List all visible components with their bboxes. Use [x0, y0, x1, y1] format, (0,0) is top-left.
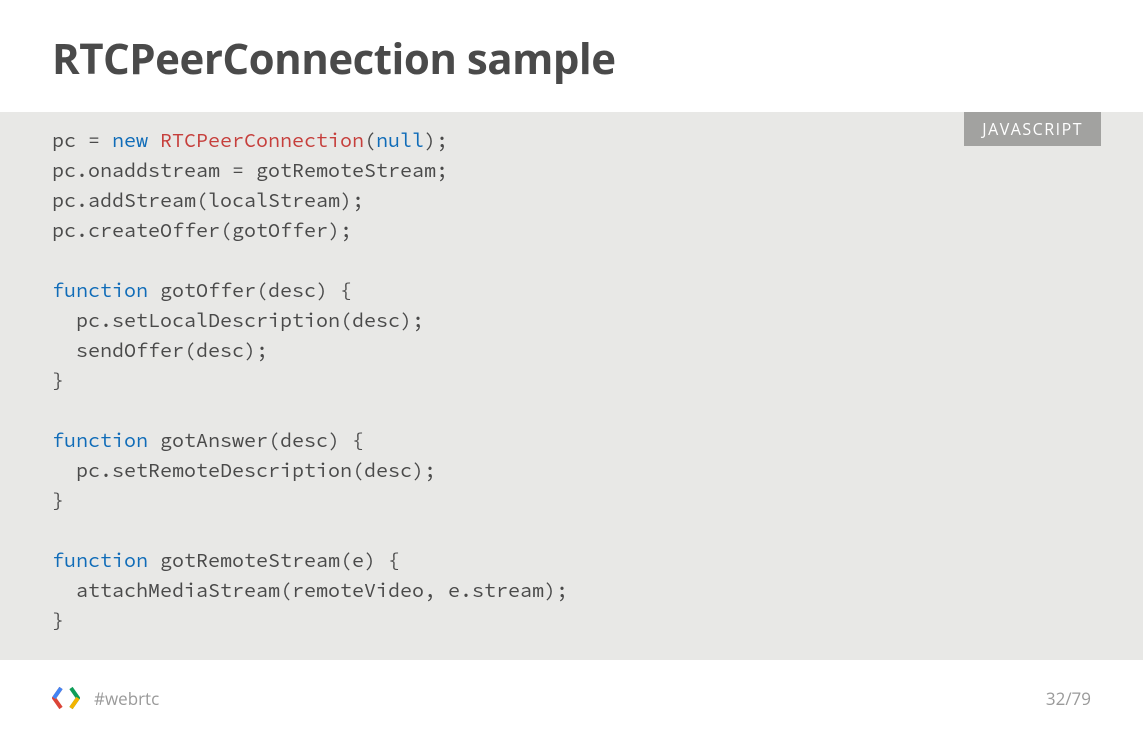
- slide-title: RTCPeerConnection sample: [52, 30, 1091, 87]
- code-block: JAVASCRIPT pc = new RTCPeerConnection(nu…: [0, 112, 1143, 660]
- code-content: pc = new RTCPeerConnection(null); pc.ona…: [52, 126, 1091, 636]
- hashtag-text: #webrtc: [94, 687, 159, 710]
- page-number: 32/79: [1046, 687, 1091, 710]
- slide-footer: #webrtc 32/79: [0, 667, 1143, 729]
- slide-header: RTCPeerConnection sample: [0, 0, 1143, 112]
- google-io-logo-icon: [52, 686, 80, 710]
- footer-left: #webrtc: [52, 686, 159, 710]
- language-badge: JAVASCRIPT: [964, 112, 1101, 146]
